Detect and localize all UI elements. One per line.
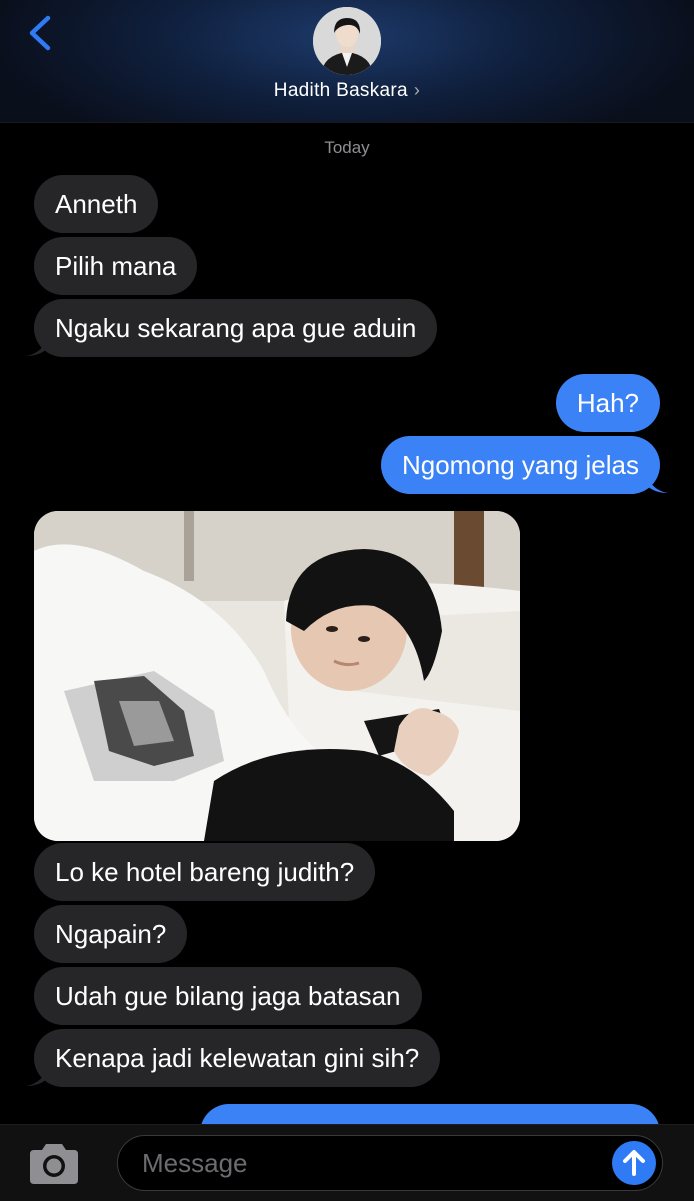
- message-bubble-sent[interactable]: Ngomong yang jelas: [380, 436, 660, 494]
- photo-image: [34, 511, 520, 841]
- message-bubble-received[interactable]: Ngaku sekarang apa gue aduin: [34, 299, 438, 357]
- chevron-right-icon: ›: [413, 80, 421, 100]
- message-input-container: [117, 1135, 663, 1191]
- message-bubble-received[interactable]: Ngapain?: [34, 905, 188, 963]
- bubble-tail: [26, 334, 48, 356]
- bubble-tail: [646, 471, 668, 493]
- camera-button[interactable]: [26, 1142, 82, 1186]
- composer-bar: [0, 1124, 694, 1201]
- date-separator: Today: [324, 138, 370, 157]
- message-bubble-received[interactable]: Kenapa jadi kelewatan gini sih?: [34, 1029, 441, 1087]
- contact-name: Hadith Baskara: [273, 80, 408, 101]
- photo-message[interactable]: [34, 511, 520, 841]
- message-input[interactable]: [140, 1136, 604, 1191]
- conversation-header: Hadith Baskara ›: [0, 0, 694, 123]
- message-bubble-received[interactable]: Udah gue bilang jaga batasan: [34, 967, 422, 1025]
- contact-avatar[interactable]: [313, 7, 381, 75]
- bubble-tail: [26, 1064, 48, 1086]
- send-arrow-icon: [623, 1150, 645, 1176]
- back-button[interactable]: [22, 12, 62, 56]
- contact-name-button[interactable]: Hadith Baskara ›: [0, 80, 694, 102]
- send-button[interactable]: [612, 1141, 656, 1185]
- camera-icon: [30, 1144, 78, 1184]
- message-bubble-received[interactable]: Lo ke hotel bareng judith?: [34, 843, 376, 901]
- message-bubble-received[interactable]: Anneth: [34, 175, 159, 233]
- back-chevron-icon: [29, 15, 51, 51]
- avatar-image: [313, 7, 381, 75]
- message-bubble-sent[interactable]: Hah?: [555, 374, 660, 432]
- message-bubble-received[interactable]: Pilih mana: [34, 237, 198, 295]
